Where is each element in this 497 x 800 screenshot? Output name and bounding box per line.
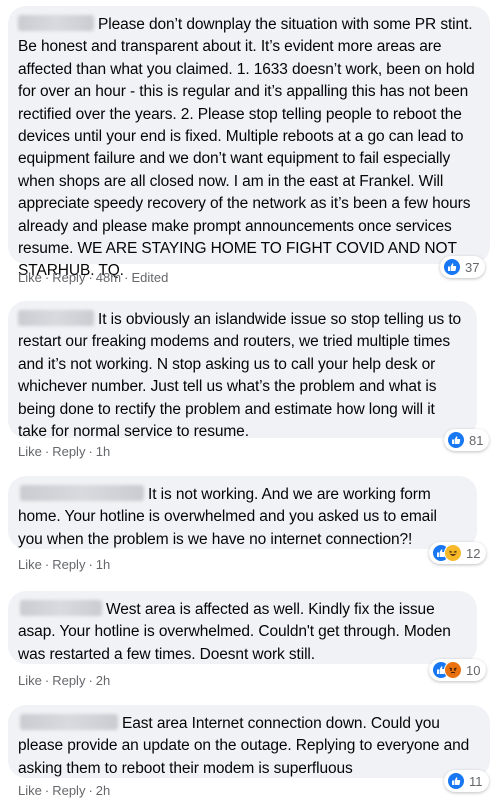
author-name-redacted[interactable] xyxy=(20,485,144,501)
like-link[interactable]: Like xyxy=(18,557,42,572)
reaction-count: 12 xyxy=(466,545,481,561)
reaction-count: 10 xyxy=(466,662,481,678)
comment-actions: Like · Reply · 48m · Edited xyxy=(18,270,169,285)
like-link[interactable]: Like xyxy=(18,444,42,459)
author-name-redacted[interactable] xyxy=(18,310,94,326)
angry-icon xyxy=(444,661,462,679)
comment-bubble: Please don’t downplay the situation with… xyxy=(8,6,490,279)
comment-5: East area Internet connection down. Coul… xyxy=(8,705,490,792)
reply-link[interactable]: Reply xyxy=(52,270,85,285)
edited-label: Edited xyxy=(131,270,169,285)
reaction-count: 37 xyxy=(465,259,480,275)
comment-actions: Like · Reply · 1h xyxy=(18,444,111,459)
comment-text: It is obviously an islandwide issue so s… xyxy=(18,311,462,441)
comment-bubble: East area Internet connection down. Coul… xyxy=(8,705,490,778)
timestamp[interactable]: 2h xyxy=(96,783,110,798)
comment-4: West area is affected as well. Kindly fi… xyxy=(8,591,487,681)
reply-link[interactable]: Reply xyxy=(52,444,85,459)
comment-3: It is not working. And we are working fo… xyxy=(8,476,487,564)
timestamp[interactable]: 1h xyxy=(96,557,110,572)
like-link[interactable]: Like xyxy=(18,673,42,688)
reply-link[interactable]: Reply xyxy=(52,673,85,688)
comment-actions: Like · Reply · 1h xyxy=(18,557,111,572)
reply-link[interactable]: Reply xyxy=(52,557,85,572)
comment-1: Please don’t downplay the situation with… xyxy=(8,6,490,279)
like-icon xyxy=(447,772,465,790)
reaction-summary[interactable]: 37 xyxy=(440,256,486,278)
reaction-summary[interactable]: 10 xyxy=(429,659,487,681)
comment-bubble: West area is affected as well. Kindly fi… xyxy=(8,591,477,664)
timestamp[interactable]: 48m xyxy=(96,270,121,285)
timestamp[interactable]: 1h xyxy=(96,444,110,459)
author-name-redacted[interactable] xyxy=(20,600,102,616)
reaction-summary[interactable]: 12 xyxy=(429,542,487,564)
reaction-summary[interactable]: 81 xyxy=(444,429,490,451)
author-name-redacted[interactable] xyxy=(18,15,94,31)
reaction-count: 11 xyxy=(469,773,483,789)
comment-2: It is obviously an islandwide issue so s… xyxy=(8,301,490,451)
comment-bubble: It is obviously an islandwide issue so s… xyxy=(8,301,477,441)
comment-actions: Like · Reply · 2h xyxy=(18,673,111,688)
haha-icon xyxy=(444,544,462,562)
comment-actions: Like · Reply · 2h xyxy=(18,783,111,798)
like-icon xyxy=(443,258,461,276)
timestamp[interactable]: 2h xyxy=(96,673,110,688)
like-icon xyxy=(447,431,465,449)
comment-bubble: It is not working. And we are working fo… xyxy=(8,476,477,549)
comment-text: Please don’t downplay the situation with… xyxy=(18,16,475,280)
author-name-redacted[interactable] xyxy=(20,714,118,730)
like-link[interactable]: Like xyxy=(18,270,42,285)
reaction-summary[interactable]: 11 xyxy=(444,770,489,792)
like-link[interactable]: Like xyxy=(18,783,42,798)
reply-link[interactable]: Reply xyxy=(52,783,85,798)
reaction-count: 81 xyxy=(469,432,484,448)
